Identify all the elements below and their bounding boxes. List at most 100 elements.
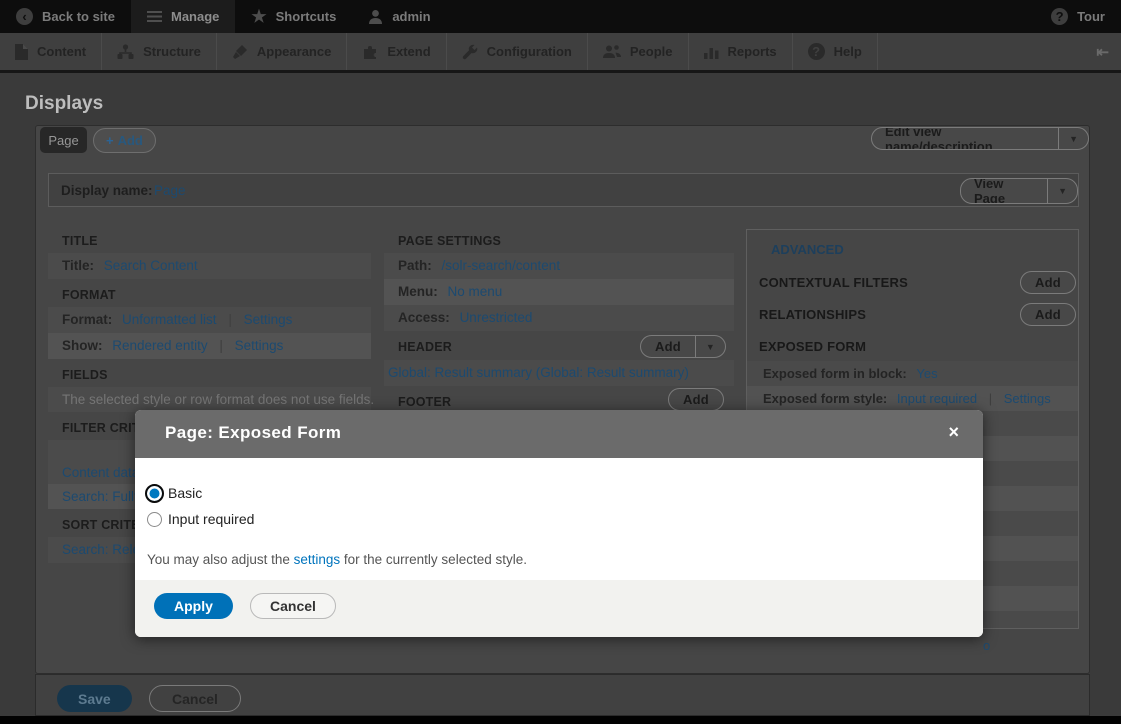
header-result-summary-link[interactable]: Global: Result summary (Global: Result s… (388, 365, 689, 380)
chevron-down-icon[interactable]: ▼ (1047, 179, 1077, 203)
show-settings-link[interactable]: Settings (235, 338, 284, 353)
menu-label: Menu: (398, 284, 438, 299)
shortcuts-tab[interactable]: ★ Shortcuts (235, 0, 352, 33)
display-tab-page[interactable]: Page (40, 127, 87, 153)
note-text-after: for the currently selected style. (340, 552, 527, 567)
partial-hidden-link[interactable]: o (983, 638, 990, 653)
contextual-add-label: Add (1021, 272, 1075, 293)
radio-option-basic[interactable]: Basic (147, 482, 983, 504)
title-label: Title: (62, 258, 94, 273)
note-text-before: You may also adjust the (147, 552, 294, 567)
edit-view-name-button[interactable]: Edit view name/description ▼ (871, 127, 1089, 150)
header-global-row: Global: Result summary (Global: Result s… (384, 360, 734, 386)
menu-item-extend[interactable]: Extend (347, 33, 446, 70)
fields-note: The selected style or row format does no… (48, 387, 371, 412)
menu-item-content[interactable]: Content (0, 33, 102, 70)
exposed-style-value-link[interactable]: Input required (897, 391, 977, 406)
add-display-label: Add (118, 133, 143, 148)
title-value-link[interactable]: Search Content (104, 258, 198, 273)
title-section-heading[interactable]: TITLE (48, 226, 371, 253)
toolbar-orientation-toggle-icon[interactable]: ⇤ (1084, 33, 1121, 70)
wrench-icon (462, 44, 478, 60)
modal-cancel-button[interactable]: Cancel (250, 593, 336, 619)
view-page-label: View Page (961, 179, 1047, 203)
modal-body: Basic Input required You may also adjust… (135, 458, 983, 580)
header-add-label: Add (641, 336, 695, 357)
extend-label: Extend (387, 44, 430, 59)
menu-item-people[interactable]: People (588, 33, 689, 70)
save-button[interactable]: Save (57, 685, 132, 712)
configuration-label: Configuration (487, 44, 572, 59)
bar-chart-icon (704, 44, 719, 60)
menu-item-configuration[interactable]: Configuration (447, 33, 588, 70)
apply-button[interactable]: Apply (154, 593, 233, 619)
format-value-link[interactable]: Unformatted list (122, 312, 217, 327)
separator: | (219, 338, 223, 353)
footer-add-label: Add (669, 389, 723, 410)
relationships-add-label: Add (1021, 304, 1075, 325)
radio-basic-input[interactable] (145, 484, 164, 503)
advanced-toggle[interactable]: ADVANCED (747, 230, 1078, 267)
footer-heading-label[interactable]: FOOTER (398, 395, 451, 409)
header-add-button[interactable]: Add ▼ (640, 335, 726, 358)
contextual-filters-add-button[interactable]: Add (1020, 271, 1076, 294)
relationships-add-button[interactable]: Add (1020, 303, 1076, 326)
chevron-down-icon[interactable]: ▼ (695, 336, 725, 357)
menu-item-appearance[interactable]: Appearance (217, 33, 347, 70)
tour-button[interactable]: ? Tour (1035, 0, 1121, 33)
exposed-block-label: Exposed form in block: (763, 366, 907, 381)
radio-input-required-input[interactable] (147, 512, 162, 527)
people-icon (603, 44, 621, 60)
display-name-label: Display name: (61, 183, 153, 198)
tour-help-icon: ? (1051, 8, 1068, 25)
header-section-heading: HEADER Add ▼ (384, 331, 734, 360)
fields-section-heading[interactable]: FIELDS (48, 359, 371, 387)
menu-value-link[interactable]: No menu (448, 284, 503, 299)
manage-tab[interactable]: Manage (131, 0, 235, 33)
exposed-style-settings-link[interactable]: Settings (1004, 391, 1051, 406)
radio-option-input-required[interactable]: Input required (147, 508, 983, 530)
paintbrush-icon (232, 44, 248, 60)
format-settings-link[interactable]: Settings (244, 312, 293, 327)
menu-item-reports[interactable]: Reports (689, 33, 793, 70)
exposed-form-block-row: Exposed form in block: Yes (747, 361, 1078, 386)
modal-note: You may also adjust the settings for the… (147, 552, 983, 567)
show-label: Show: (62, 338, 103, 353)
path-value-link[interactable]: /solr-search/content (442, 258, 561, 273)
people-label: People (630, 44, 673, 59)
access-value-link[interactable]: Unrestricted (460, 310, 533, 325)
add-display-button[interactable]: + Add (93, 128, 156, 153)
display-name-bar: Display name: Page View Page ▼ (48, 173, 1079, 207)
document-icon (15, 44, 28, 60)
path-row: Path: /solr-search/content (384, 253, 734, 279)
help-icon: ? (808, 43, 825, 60)
view-page-button[interactable]: View Page ▼ (960, 178, 1078, 204)
back-to-site-link[interactable]: ‹ Back to site (0, 0, 131, 33)
exposed-style-label: Exposed form style: (763, 391, 887, 406)
show-value-link[interactable]: Rendered entity (112, 338, 207, 353)
reports-label: Reports (728, 44, 777, 59)
exposed-form-style-row: Exposed form style: Input required | Set… (747, 386, 1078, 411)
access-label: Access: (398, 310, 450, 325)
display-name-link[interactable]: Page (154, 183, 186, 198)
format-section-heading[interactable]: FORMAT (48, 279, 371, 307)
hamburger-icon (147, 11, 162, 22)
admin-user-tab[interactable]: admin (352, 0, 446, 33)
modal-header[interactable]: Page: Exposed Form × (135, 410, 983, 458)
menu-row: Menu: No menu (384, 279, 734, 305)
path-label: Path: (398, 258, 432, 273)
menu-item-structure[interactable]: Structure (102, 33, 217, 70)
exposed-form-heading: EXPOSED FORM (747, 331, 1078, 361)
sitemap-icon (117, 44, 134, 60)
edit-view-name-label: Edit view name/description (872, 128, 1058, 149)
settings-link[interactable]: settings (294, 552, 341, 567)
cancel-button[interactable]: Cancel (149, 685, 241, 712)
exposed-block-value-link[interactable]: Yes (916, 366, 937, 381)
show-row: Show: Rendered entity | Settings (48, 333, 371, 359)
header-heading-label[interactable]: HEADER (398, 340, 452, 354)
close-icon[interactable]: × (948, 423, 959, 441)
chevron-down-icon[interactable]: ▼ (1058, 128, 1088, 149)
footer-add-button[interactable]: Add (668, 388, 724, 411)
column-second: PAGE SETTINGS Path: /solr-search/content… (384, 226, 734, 413)
menu-item-help[interactable]: ? Help (793, 33, 878, 70)
